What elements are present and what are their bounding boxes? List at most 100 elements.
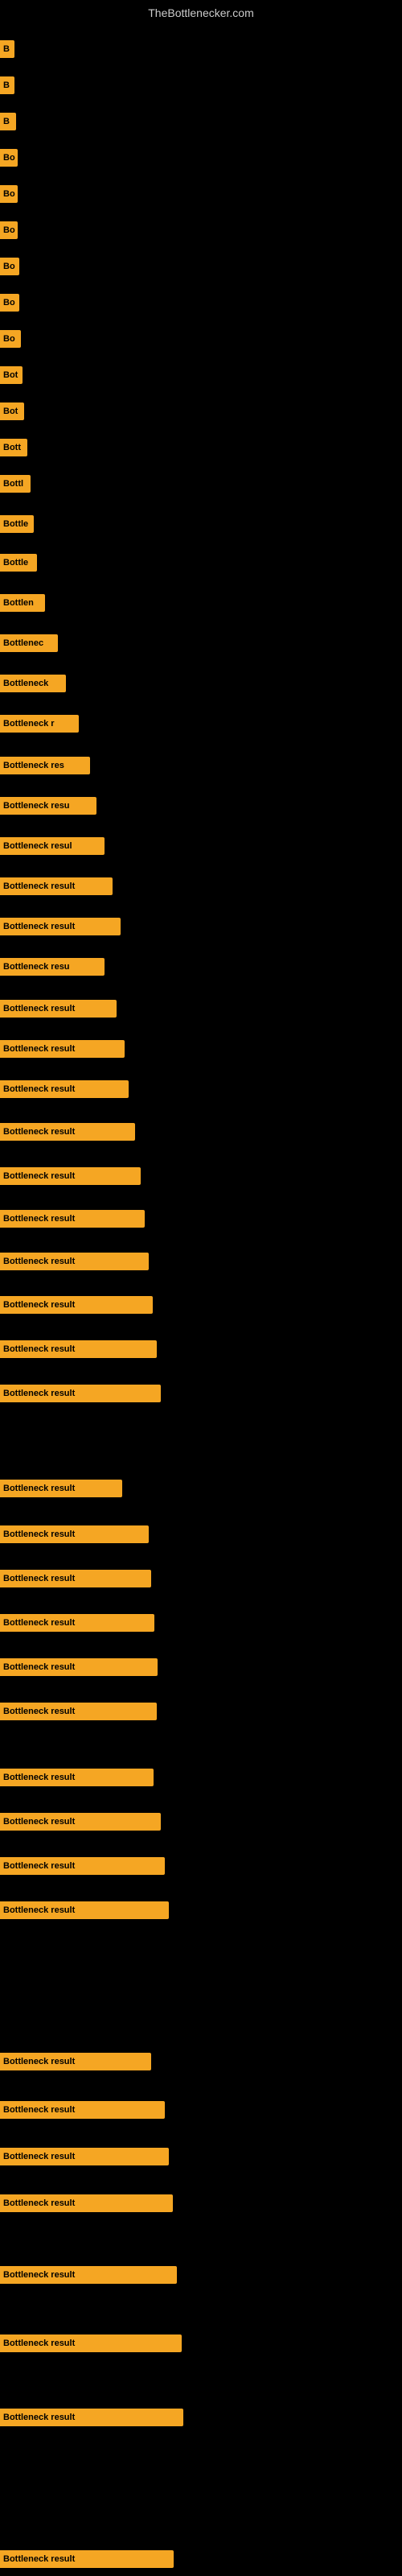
bar-row: Bottleneck result bbox=[0, 1901, 402, 1919]
bar-row: Bottleneck result bbox=[0, 2053, 402, 2070]
result-bar: Bottleneck result bbox=[0, 2266, 177, 2284]
result-bar: Bottleneck result bbox=[0, 2101, 165, 2119]
result-bar: Bottleneck result bbox=[0, 1480, 122, 1497]
result-bar: Bottlen bbox=[0, 594, 45, 612]
result-bar: Bottleneck result bbox=[0, 1769, 154, 1786]
result-bar: Bottleneck result bbox=[0, 1040, 125, 1058]
result-bar: Bottle bbox=[0, 554, 37, 572]
result-bar: Bo bbox=[0, 294, 19, 312]
bar-row: Bo bbox=[0, 258, 402, 275]
result-bar: Bottlenec bbox=[0, 634, 58, 652]
result-bar: B bbox=[0, 76, 14, 94]
result-bar: Bottleneck result bbox=[0, 1340, 157, 1358]
result-bar: Bottleneck result bbox=[0, 2148, 169, 2165]
bar-row: Bottleneck result bbox=[0, 1210, 402, 1228]
bar-row: Bo bbox=[0, 185, 402, 203]
bar-row: B bbox=[0, 40, 402, 58]
bar-row: Bottleneck result bbox=[0, 1080, 402, 1098]
bar-row: Bottleneck result bbox=[0, 1769, 402, 1786]
bar-row: Bottlenec bbox=[0, 634, 402, 652]
bar-row: Bottleneck result bbox=[0, 1123, 402, 1141]
result-bar: Bottleneck res bbox=[0, 757, 90, 774]
bar-row: Bottleneck result bbox=[0, 1385, 402, 1402]
bar-row: Bottleneck result bbox=[0, 2101, 402, 2119]
bar-row: Bottleneck result bbox=[0, 1703, 402, 1720]
result-bar: Bottleneck result bbox=[0, 1167, 141, 1185]
result-bar: Bo bbox=[0, 330, 21, 348]
bar-row: Bottleneck result bbox=[0, 1340, 402, 1358]
result-bar: Bot bbox=[0, 402, 24, 420]
bar-row: Bottlen bbox=[0, 594, 402, 612]
result-bar: Bottleneck result bbox=[0, 1123, 135, 1141]
bar-row: Bo bbox=[0, 330, 402, 348]
bar-row: Bottleneck result bbox=[0, 2148, 402, 2165]
result-bar: Bottleneck result bbox=[0, 2194, 173, 2212]
result-bar: Bo bbox=[0, 185, 18, 203]
bars-container: BBBBoBoBoBoBoBoBotBotBottBottlBottleBott… bbox=[0, 16, 402, 24]
result-bar: Bo bbox=[0, 258, 19, 275]
result-bar: Bottleneck result bbox=[0, 877, 113, 895]
bar-row: Bo bbox=[0, 149, 402, 167]
bar-row: Bottle bbox=[0, 515, 402, 533]
bar-row: Bottleneck resul bbox=[0, 837, 402, 855]
bar-row: Bottleneck result bbox=[0, 1614, 402, 1632]
bar-row: Bottleneck result bbox=[0, 918, 402, 935]
bar-row: B bbox=[0, 113, 402, 130]
bar-row: Bottleneck result bbox=[0, 1253, 402, 1270]
bar-row: Bottl bbox=[0, 475, 402, 493]
result-bar: Bottleneck r bbox=[0, 715, 79, 733]
result-bar: Bottleneck bbox=[0, 675, 66, 692]
result-bar: Bottleneck result bbox=[0, 918, 121, 935]
result-bar: Bottleneck result bbox=[0, 1210, 145, 1228]
result-bar: Bottleneck result bbox=[0, 2334, 182, 2352]
result-bar: Bot bbox=[0, 366, 23, 384]
bar-row: Bottleneck result bbox=[0, 1857, 402, 1875]
result-bar: Bottleneck result bbox=[0, 1570, 151, 1587]
result-bar: Bottle bbox=[0, 515, 34, 533]
bar-row: Bottleneck result bbox=[0, 2550, 402, 2568]
result-bar: Bottleneck result bbox=[0, 2409, 183, 2426]
bar-row: Bottleneck result bbox=[0, 1000, 402, 1018]
result-bar: Bottleneck result bbox=[0, 1857, 165, 1875]
bar-row: Bot bbox=[0, 402, 402, 420]
bar-row: Bo bbox=[0, 294, 402, 312]
result-bar: Bottleneck resu bbox=[0, 797, 96, 815]
bar-row: Bottleneck res bbox=[0, 757, 402, 774]
bar-row: Bottleneck result bbox=[0, 1040, 402, 1058]
bar-row: Bottleneck result bbox=[0, 1296, 402, 1314]
result-bar: Bottleneck result bbox=[0, 1703, 157, 1720]
bar-row: Bottleneck result bbox=[0, 1525, 402, 1543]
bar-row: Bottleneck result bbox=[0, 2334, 402, 2352]
result-bar: Bottleneck resul bbox=[0, 837, 105, 855]
result-bar: Bottleneck resu bbox=[0, 958, 105, 976]
result-bar: Bottl bbox=[0, 475, 31, 493]
result-bar: Bottleneck result bbox=[0, 2053, 151, 2070]
bar-row: B bbox=[0, 76, 402, 94]
bar-row: Bo bbox=[0, 221, 402, 239]
result-bar: Bottleneck result bbox=[0, 1658, 158, 1676]
result-bar: Bottleneck result bbox=[0, 1901, 169, 1919]
result-bar: Bottleneck result bbox=[0, 1813, 161, 1831]
result-bar: Bo bbox=[0, 221, 18, 239]
result-bar: Bottleneck result bbox=[0, 1000, 117, 1018]
bar-row: Bottleneck result bbox=[0, 2409, 402, 2426]
bar-row: Bottleneck result bbox=[0, 1480, 402, 1497]
bar-row: Bottleneck result bbox=[0, 1570, 402, 1587]
bar-row: Bottle bbox=[0, 554, 402, 572]
bar-row: Bottleneck result bbox=[0, 1813, 402, 1831]
bar-row: Bottleneck resu bbox=[0, 797, 402, 815]
result-bar: Bo bbox=[0, 149, 18, 167]
bar-row: Bottleneck bbox=[0, 675, 402, 692]
result-bar: Bottleneck result bbox=[0, 2550, 174, 2568]
result-bar: Bottleneck result bbox=[0, 1080, 129, 1098]
bar-row: Bottleneck result bbox=[0, 877, 402, 895]
bar-row: Bottleneck result bbox=[0, 1658, 402, 1676]
result-bar: B bbox=[0, 113, 16, 130]
result-bar: Bott bbox=[0, 439, 27, 456]
result-bar: Bottleneck result bbox=[0, 1525, 149, 1543]
bar-row: Bottleneck result bbox=[0, 2266, 402, 2284]
result-bar: Bottleneck result bbox=[0, 1385, 161, 1402]
bar-row: Bottleneck resu bbox=[0, 958, 402, 976]
bar-row: Bot bbox=[0, 366, 402, 384]
bar-row: Bottleneck result bbox=[0, 2194, 402, 2212]
